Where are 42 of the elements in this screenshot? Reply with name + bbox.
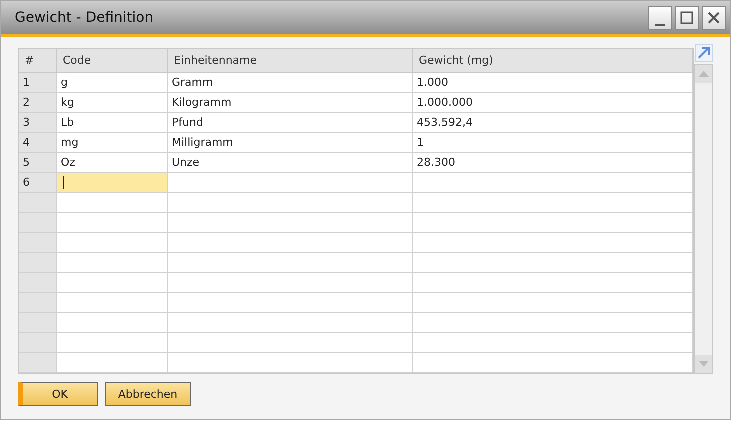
- table-cell[interactable]: [57, 173, 168, 193]
- table-cell[interactable]: [413, 173, 693, 193]
- table-cell[interactable]: Milligramm: [168, 133, 413, 153]
- close-icon: [707, 10, 721, 24]
- row-number: 4: [19, 133, 57, 153]
- scroll-up-icon[interactable]: [698, 71, 708, 77]
- minimize-icon: [655, 24, 665, 26]
- table-cell[interactable]: 1.000: [413, 73, 693, 93]
- table-cell[interactable]: 1: [413, 133, 693, 153]
- table-cell[interactable]: mg: [57, 133, 168, 153]
- column-header[interactable]: Code: [57, 49, 168, 73]
- column-header[interactable]: Einheitenname: [168, 49, 413, 73]
- row-number: 1: [19, 73, 57, 93]
- text-cursor: [63, 176, 64, 189]
- scroll-down-icon[interactable]: [698, 361, 708, 367]
- table-cell[interactable]: Kilogramm: [168, 93, 413, 113]
- table-cell[interactable]: 28.300: [413, 153, 693, 173]
- expand-arrow-icon[interactable]: [695, 44, 713, 62]
- table-cell[interactable]: Pfund: [168, 113, 413, 133]
- table-cell[interactable]: Gramm: [168, 73, 413, 93]
- table-cell[interactable]: Unze: [168, 153, 413, 173]
- column-header[interactable]: Gewicht (mg): [413, 49, 693, 73]
- close-button[interactable]: [702, 6, 726, 30]
- window-title: Gewicht - Definition: [15, 10, 155, 26]
- minimize-button[interactable]: [648, 6, 672, 30]
- table-cell[interactable]: Lb: [57, 113, 168, 133]
- row-number: 2: [19, 93, 57, 113]
- table-cell[interactable]: [168, 173, 413, 193]
- maximize-icon: [680, 10, 694, 24]
- table-cell[interactable]: kg: [57, 93, 168, 113]
- table-cell[interactable]: Oz: [57, 153, 168, 173]
- table-cell[interactable]: g: [57, 73, 168, 93]
- cancel-button[interactable]: Abbrechen: [105, 382, 191, 406]
- ok-button[interactable]: OK: [18, 382, 98, 406]
- maximize-button[interactable]: [675, 6, 699, 30]
- table-cell[interactable]: 453.592,4: [413, 113, 693, 133]
- scrollbar[interactable]: [694, 64, 713, 374]
- row-number: 5: [19, 153, 57, 173]
- row-number: 6: [19, 173, 57, 193]
- row-number: 3: [19, 113, 57, 133]
- table-cell[interactable]: 1.000.000: [413, 93, 693, 113]
- column-header[interactable]: #: [19, 49, 57, 73]
